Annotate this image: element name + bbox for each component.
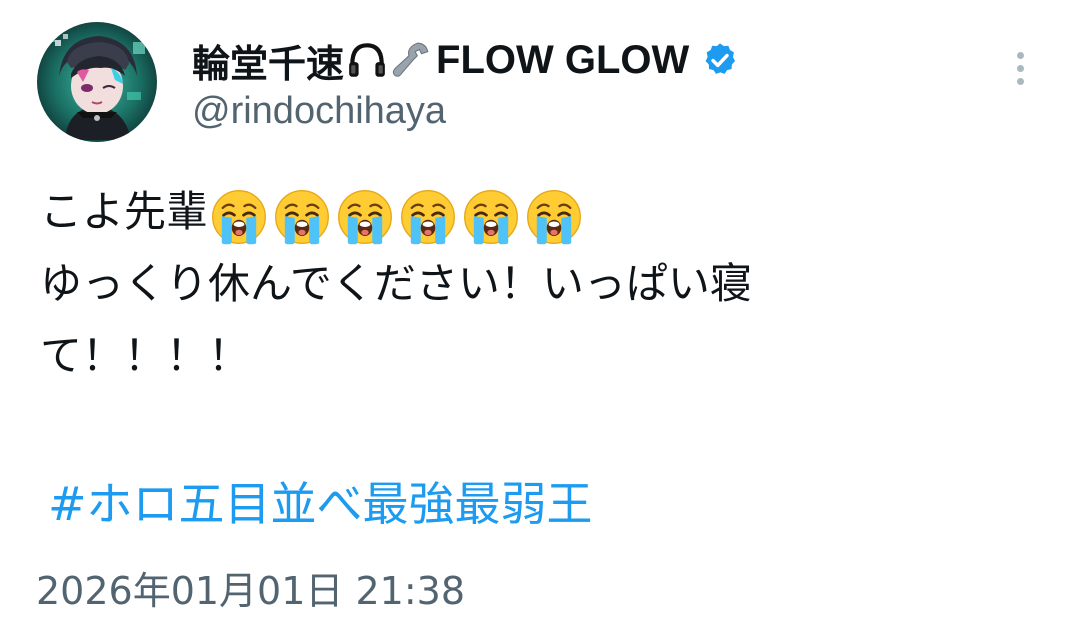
author-display-name-suffix[interactable]: FLOW GLOW [436, 38, 689, 83]
hashtag-link[interactable]: #ホロ五目並べ最強最弱王 [48, 468, 593, 534]
more-options-icon[interactable] [1006, 52, 1034, 92]
author-handle[interactable]: @rindochihaya [192, 90, 446, 133]
loudly-crying-face-emoji [273, 188, 331, 246]
author-name-row: 輪堂千速 FLOW GLOW [192, 36, 739, 86]
avatar[interactable] [37, 22, 157, 142]
tweet-timestamp[interactable]: 2026年01月01日 21:38 [36, 560, 465, 615]
loudly-crying-face-emoji [525, 188, 583, 246]
emoji-row [210, 179, 588, 251]
loudly-crying-face-emoji [399, 188, 457, 246]
tweet-line-3: て！！！！ [40, 331, 251, 380]
tweet-text: こよ先輩 ゆっくり休んでください！いっぱい寝 て！！！！ [40, 176, 1040, 392]
loudly-crying-face-emoji [462, 188, 520, 246]
tweet-line-2: ゆっくり休んでください！いっぱい寝 [40, 259, 752, 308]
headphones-icon [346, 39, 388, 81]
loudly-crying-face-emoji [210, 188, 268, 246]
verified-badge-icon[interactable] [701, 41, 739, 79]
wrench-icon [390, 39, 432, 81]
loudly-crying-face-emoji [336, 188, 394, 246]
author-display-name[interactable]: 輪堂千速 [192, 33, 344, 88]
tweet-line-1: こよ先輩 [40, 176, 1040, 248]
tweet-line-1-text: こよ先輩 [40, 187, 209, 236]
tweet-card: 輪堂千速 FLOW GLOW @rindochihaya こよ先輩 ゆっくり休ん… [0, 0, 1080, 623]
